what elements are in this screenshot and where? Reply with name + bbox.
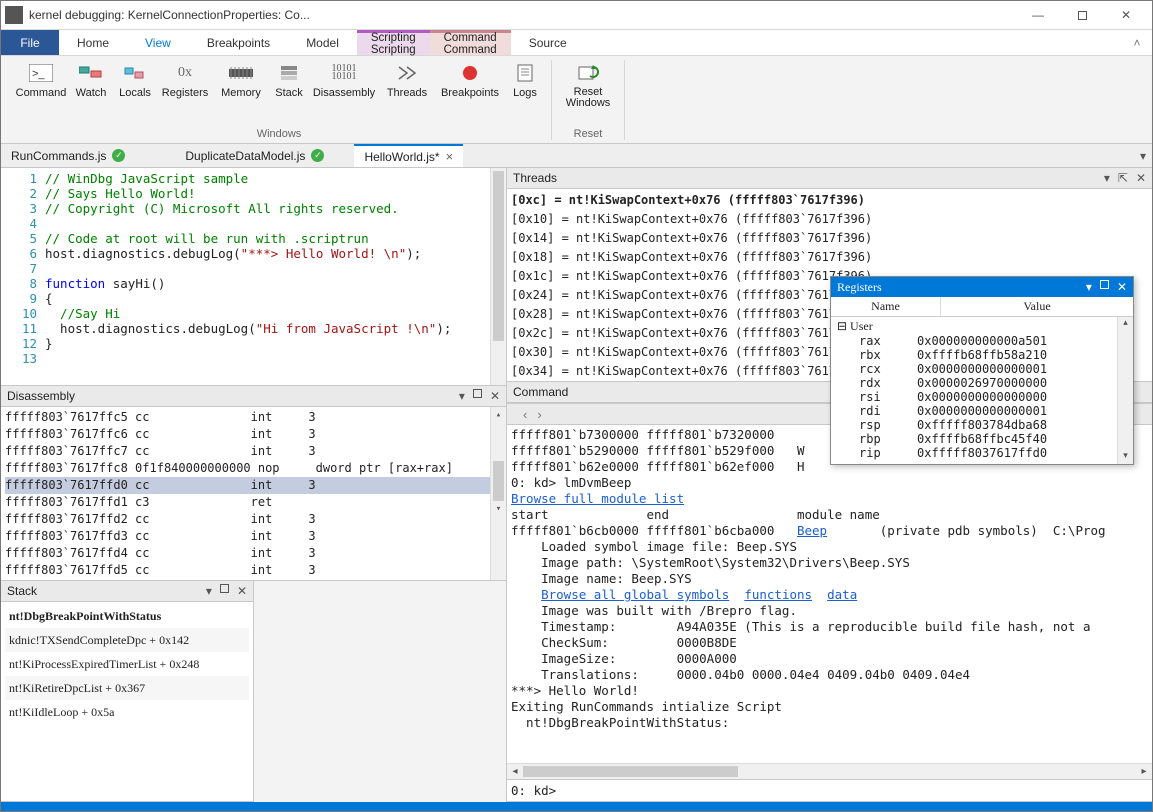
registers-col-name: Name (831, 297, 941, 316)
status-bar (1, 802, 1152, 811)
cmd-next-icon[interactable]: › (537, 407, 541, 422)
command-output[interactable]: fffff801`b7300000 fffff801`b7320000 ffff… (507, 425, 1152, 763)
link-functions[interactable]: functions (744, 587, 812, 602)
check-icon: ✓ (311, 149, 324, 162)
ribbon-registers[interactable]: 0xRegisters (157, 60, 213, 101)
panel-maximize-icon[interactable] (220, 584, 229, 593)
app-icon (5, 6, 23, 24)
panel-close-icon[interactable]: ✕ (490, 389, 500, 403)
collapse-ribbon-button[interactable]: ˄ (1122, 30, 1152, 55)
panel-maximize-icon[interactable] (473, 389, 482, 398)
registers-scrollbar[interactable]: ▴▾ (1117, 317, 1133, 464)
panel-maximize-icon[interactable] (1100, 280, 1109, 289)
menu-group-scripting[interactable]: Scripting Scripting (357, 30, 430, 55)
menu-home[interactable]: Home (59, 30, 127, 55)
ribbon-group-reset-label: Reset (574, 128, 603, 140)
ribbon-stack[interactable]: Stack (269, 60, 309, 101)
disassembly-panel: Disassembly ▾✕ fffff803`7617ffc5 cc int … (1, 386, 506, 581)
cmd-prev-icon[interactable]: ‹ (523, 407, 527, 422)
window-title: kernel debugging: KernelConnectionProper… (29, 8, 310, 22)
command-hscrollbar[interactable]: ◂▸ (507, 763, 1152, 779)
registers-window[interactable]: Registers ▾✕ NameValue ⊟ Userrax0x000000… (830, 276, 1134, 465)
disassembly-title: Disassembly (7, 389, 75, 403)
panel-close-icon[interactable]: ✕ (1117, 280, 1127, 295)
menu-command-label-2: Command (444, 44, 497, 56)
link-data[interactable]: data (827, 587, 857, 602)
ribbon-memory[interactable]: Memory (213, 60, 269, 101)
link-globals[interactable]: Browse all global symbols (541, 587, 729, 602)
menu-strip: File Home View Breakpoints Model Scripti… (1, 30, 1152, 56)
ribbon-logs[interactable]: Logs (505, 60, 545, 101)
menu-source[interactable]: Source (511, 30, 585, 55)
ribbon: >_Command Watch Locals 0xRegisters Memor… (1, 56, 1152, 144)
panel-dropdown-icon[interactable]: ▾ (206, 584, 212, 598)
menu-scripting-label: Scripting (371, 32, 416, 44)
editor-scrollbar[interactable] (490, 168, 506, 385)
tab-runcommands[interactable]: RunCommands.js✓ (1, 144, 135, 167)
panel-close-icon[interactable]: ✕ (1136, 171, 1146, 185)
panel-dropdown-icon[interactable]: ▾ (1086, 280, 1092, 295)
code-editor[interactable]: 12345678910111213 // WinDbg JavaScript s… (1, 168, 506, 386)
link-beep[interactable]: Beep (797, 523, 827, 538)
panel-close-icon[interactable]: ✕ (237, 584, 247, 598)
ribbon-group-windows-label: Windows (257, 128, 302, 140)
registers-col-value: Value (941, 297, 1133, 316)
maximize-button[interactable] (1060, 1, 1104, 29)
command-title: Command (513, 385, 568, 399)
check-icon: ✓ (112, 149, 125, 162)
panel-dropdown-icon[interactable]: ▾ (1104, 171, 1110, 185)
menu-command-label: Command (444, 32, 497, 44)
stack-panel: Stack ▾✕ nt!DbgBreakPointWithStatuskdnic… (1, 581, 254, 802)
ribbon-threads[interactable]: Threads (379, 60, 435, 101)
svg-text:>_: >_ (32, 68, 45, 80)
registers-title: Registers (837, 280, 882, 295)
menu-file[interactable]: File (1, 30, 59, 55)
stack-title: Stack (7, 584, 37, 598)
menu-model[interactable]: Model (288, 30, 357, 55)
close-button[interactable]: ✕ (1104, 1, 1148, 29)
tab-dropdown-icon[interactable]: ▾ (1140, 149, 1146, 163)
threads-title: Threads (513, 171, 557, 185)
document-tabs: RunCommands.js✓ DuplicateDataModel.js✓ H… (1, 144, 1152, 168)
minimize-button[interactable]: — (1016, 1, 1060, 29)
link-browse-modules[interactable]: Browse full module list (511, 491, 684, 506)
tab-helloworld[interactable]: HelloWorld.js*× (354, 144, 463, 167)
ribbon-locals[interactable]: Locals (113, 60, 157, 101)
title-bar: kernel debugging: KernelConnectionProper… (1, 1, 1152, 30)
menu-scripting-label-2: Scripting (371, 44, 416, 56)
menu-breakpoints[interactable]: Breakpoints (189, 30, 288, 55)
menu-group-command[interactable]: Command Command (430, 30, 511, 55)
menu-view[interactable]: View (127, 30, 189, 55)
ribbon-reset-windows[interactable]: Reset Windows (558, 60, 618, 111)
ribbon-watch[interactable]: Watch (69, 60, 113, 101)
ribbon-breakpoints[interactable]: Breakpoints (435, 60, 505, 101)
tab-duplicatedatamodel[interactable]: DuplicateDataModel.js✓ (175, 144, 334, 167)
panel-pin-icon[interactable]: ⇱ (1118, 171, 1128, 185)
ribbon-command[interactable]: >_Command (13, 60, 69, 101)
panel-dropdown-icon[interactable]: ▾ (459, 389, 465, 403)
command-input[interactable]: 0: kd> (507, 779, 1152, 801)
ribbon-disassembly[interactable]: 1010110101Disassembly (309, 60, 379, 101)
close-tab-icon[interactable]: × (446, 149, 454, 164)
disassembly-scrollbar[interactable]: ▴▾ (490, 407, 506, 580)
